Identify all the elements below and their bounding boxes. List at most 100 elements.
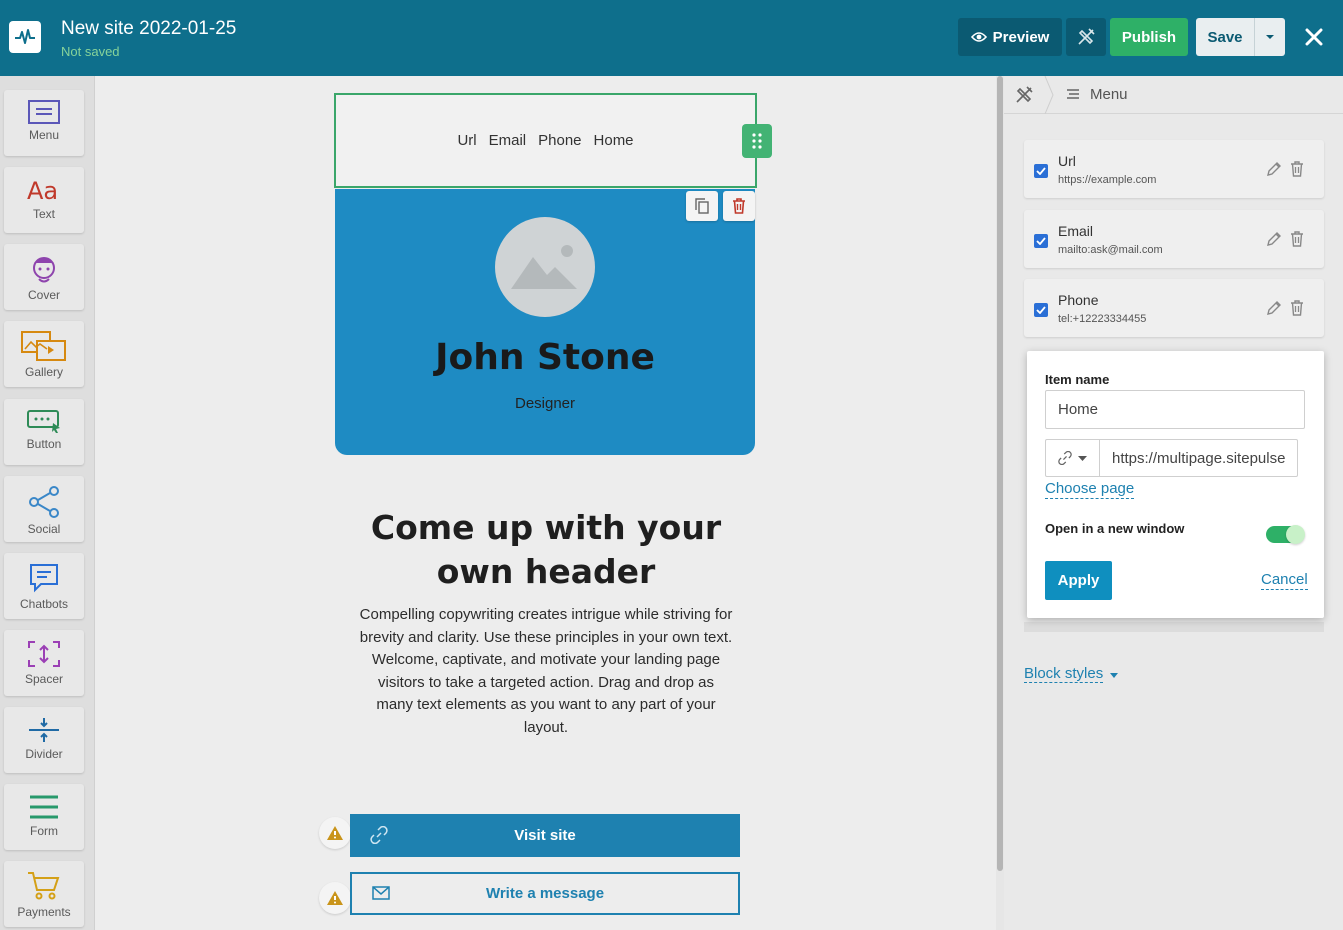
trash-icon[interactable]: [1290, 300, 1304, 316]
tools-icon: [1078, 28, 1095, 45]
warning-badge[interactable]: [319, 882, 351, 914]
menu-item-card[interactable]: Url https://example.com: [1024, 140, 1324, 198]
panel-title: Menu: [1090, 86, 1128, 103]
chatbots-icon: [30, 564, 58, 593]
menu-link-url[interactable]: Url: [457, 132, 476, 149]
save-options-button[interactable]: [1254, 18, 1285, 56]
publish-button[interactable]: Publish: [1110, 18, 1188, 56]
tool-cover[interactable]: Cover: [4, 244, 84, 310]
menu-block[interactable]: Url Email Phone Home: [334, 93, 757, 188]
envelope-icon: [372, 886, 390, 900]
drag-handle[interactable]: [742, 124, 772, 158]
item-name: Phone: [1058, 292, 1099, 308]
tool-gallery[interactable]: Gallery: [4, 321, 84, 387]
warning-badge[interactable]: [319, 817, 351, 849]
tool-text[interactable]: Aa Text: [4, 167, 84, 233]
warning-icon: [327, 826, 343, 840]
tool-button[interactable]: Button: [4, 399, 84, 465]
open-new-window-toggle[interactable]: [1266, 525, 1305, 544]
item-name: Email: [1058, 223, 1094, 239]
delete-block-button[interactable]: [723, 191, 755, 221]
site-title[interactable]: New site 2022-01-25: [61, 18, 236, 40]
apply-button[interactable]: Apply: [1045, 561, 1112, 600]
item-name: Url: [1058, 153, 1076, 169]
tool-label: Gallery: [24, 365, 63, 379]
duplicate-block-button[interactable]: [686, 191, 718, 221]
item-name-input[interactable]: [1045, 390, 1305, 429]
spacer-icon: [28, 641, 60, 667]
avatar-image-placeholder[interactable]: [495, 217, 595, 317]
close-icon: [1305, 28, 1323, 46]
tools-icon[interactable]: [1014, 85, 1034, 105]
preview-label: Preview: [992, 28, 1050, 46]
write-message-button[interactable]: Write a message: [350, 872, 740, 915]
section-body-text[interactable]: Compelling copywriting creates intrigue …: [358, 604, 734, 739]
tool-label: Form: [30, 824, 58, 838]
tool-menu[interactable]: Menu: [4, 90, 84, 156]
tool-spacer[interactable]: Spacer: [4, 630, 84, 696]
close-editor-button[interactable]: [1300, 22, 1328, 52]
blocks-toolbar: Menu Aa Text Cover Gallery Button Social…: [0, 76, 95, 930]
tool-label: Chatbots: [19, 597, 69, 611]
tool-divider[interactable]: Divider: [4, 707, 84, 773]
tool-chatbots[interactable]: Chatbots: [4, 553, 84, 619]
pencil-icon[interactable]: [1266, 300, 1282, 316]
scrollbar-thumb[interactable]: [997, 76, 1003, 871]
save-status: Not saved: [61, 44, 120, 59]
section-heading[interactable]: Come up with your own header: [344, 506, 748, 594]
design-tools-button[interactable]: [1066, 18, 1106, 56]
menu-item-card[interactable]: Phone tel:+12223334455: [1024, 279, 1324, 337]
drag-dots-icon: [752, 133, 762, 149]
cover-name[interactable]: John Stone: [335, 337, 755, 378]
save-button[interactable]: Save: [1196, 18, 1254, 56]
choose-page-link[interactable]: Choose page: [1045, 480, 1135, 499]
check-icon: [1036, 167, 1046, 175]
block-styles-link[interactable]: Block styles: [1024, 665, 1104, 683]
link-url-input[interactable]: [1099, 439, 1298, 477]
tool-label: Social: [27, 522, 61, 536]
tool-form[interactable]: Form: [4, 784, 84, 850]
trash-icon[interactable]: [1290, 161, 1304, 177]
app-logo-icon[interactable]: [9, 21, 41, 53]
item-url: https://example.com: [1058, 174, 1157, 186]
item-enabled-checkbox[interactable]: [1034, 234, 1048, 248]
menu-link-email[interactable]: Email: [489, 132, 527, 149]
top-bar: New site 2022-01-25 Not saved Preview Pu…: [0, 0, 1343, 76]
cover-icon: [33, 257, 55, 283]
trash-icon: [733, 198, 745, 214]
item-enabled-checkbox[interactable]: [1034, 303, 1048, 317]
cancel-link[interactable]: Cancel: [1261, 571, 1308, 590]
chevron-down-icon: [1078, 455, 1087, 461]
cover-role[interactable]: Designer: [335, 395, 755, 412]
text-icon: Aa: [27, 177, 58, 203]
pencil-icon[interactable]: [1266, 161, 1282, 177]
editor-canvas[interactable]: Url Email Phone Home John Stone Designer…: [96, 76, 996, 930]
pencil-icon[interactable]: [1266, 231, 1282, 247]
visit-site-button[interactable]: Visit site: [350, 814, 740, 857]
write-message-label: Write a message: [485, 885, 605, 902]
canvas-scrollbar[interactable]: [996, 76, 1004, 930]
caret-down-icon: [1110, 673, 1118, 678]
menu-link-home[interactable]: Home: [594, 132, 634, 149]
panel-breadcrumb: Menu: [1004, 76, 1343, 114]
eye-icon: [970, 32, 987, 42]
chevron-down-icon: [1266, 35, 1274, 39]
social-icon: [29, 486, 59, 518]
tool-payments[interactable]: Payments: [4, 861, 84, 927]
form-icon: [30, 795, 58, 819]
copy-icon: [695, 198, 709, 214]
preview-button[interactable]: Preview: [958, 18, 1062, 56]
check-icon: [1036, 237, 1046, 245]
image-placeholder-icon: [511, 245, 577, 289]
tool-label: Payments: [17, 905, 71, 919]
menu-link-phone[interactable]: Phone: [538, 132, 581, 149]
cover-block[interactable]: John Stone Designer: [335, 189, 755, 455]
link-type-select[interactable]: [1045, 439, 1100, 477]
open-new-window-label: Open in a new window: [1045, 521, 1185, 536]
tool-social[interactable]: Social: [4, 476, 84, 542]
trash-icon[interactable]: [1290, 231, 1304, 247]
item-name-label: Item name: [1045, 372, 1110, 387]
tool-label: Button: [26, 437, 62, 451]
menu-item-card[interactable]: Email mailto:ask@mail.com: [1024, 210, 1324, 268]
item-enabled-checkbox[interactable]: [1034, 164, 1048, 178]
